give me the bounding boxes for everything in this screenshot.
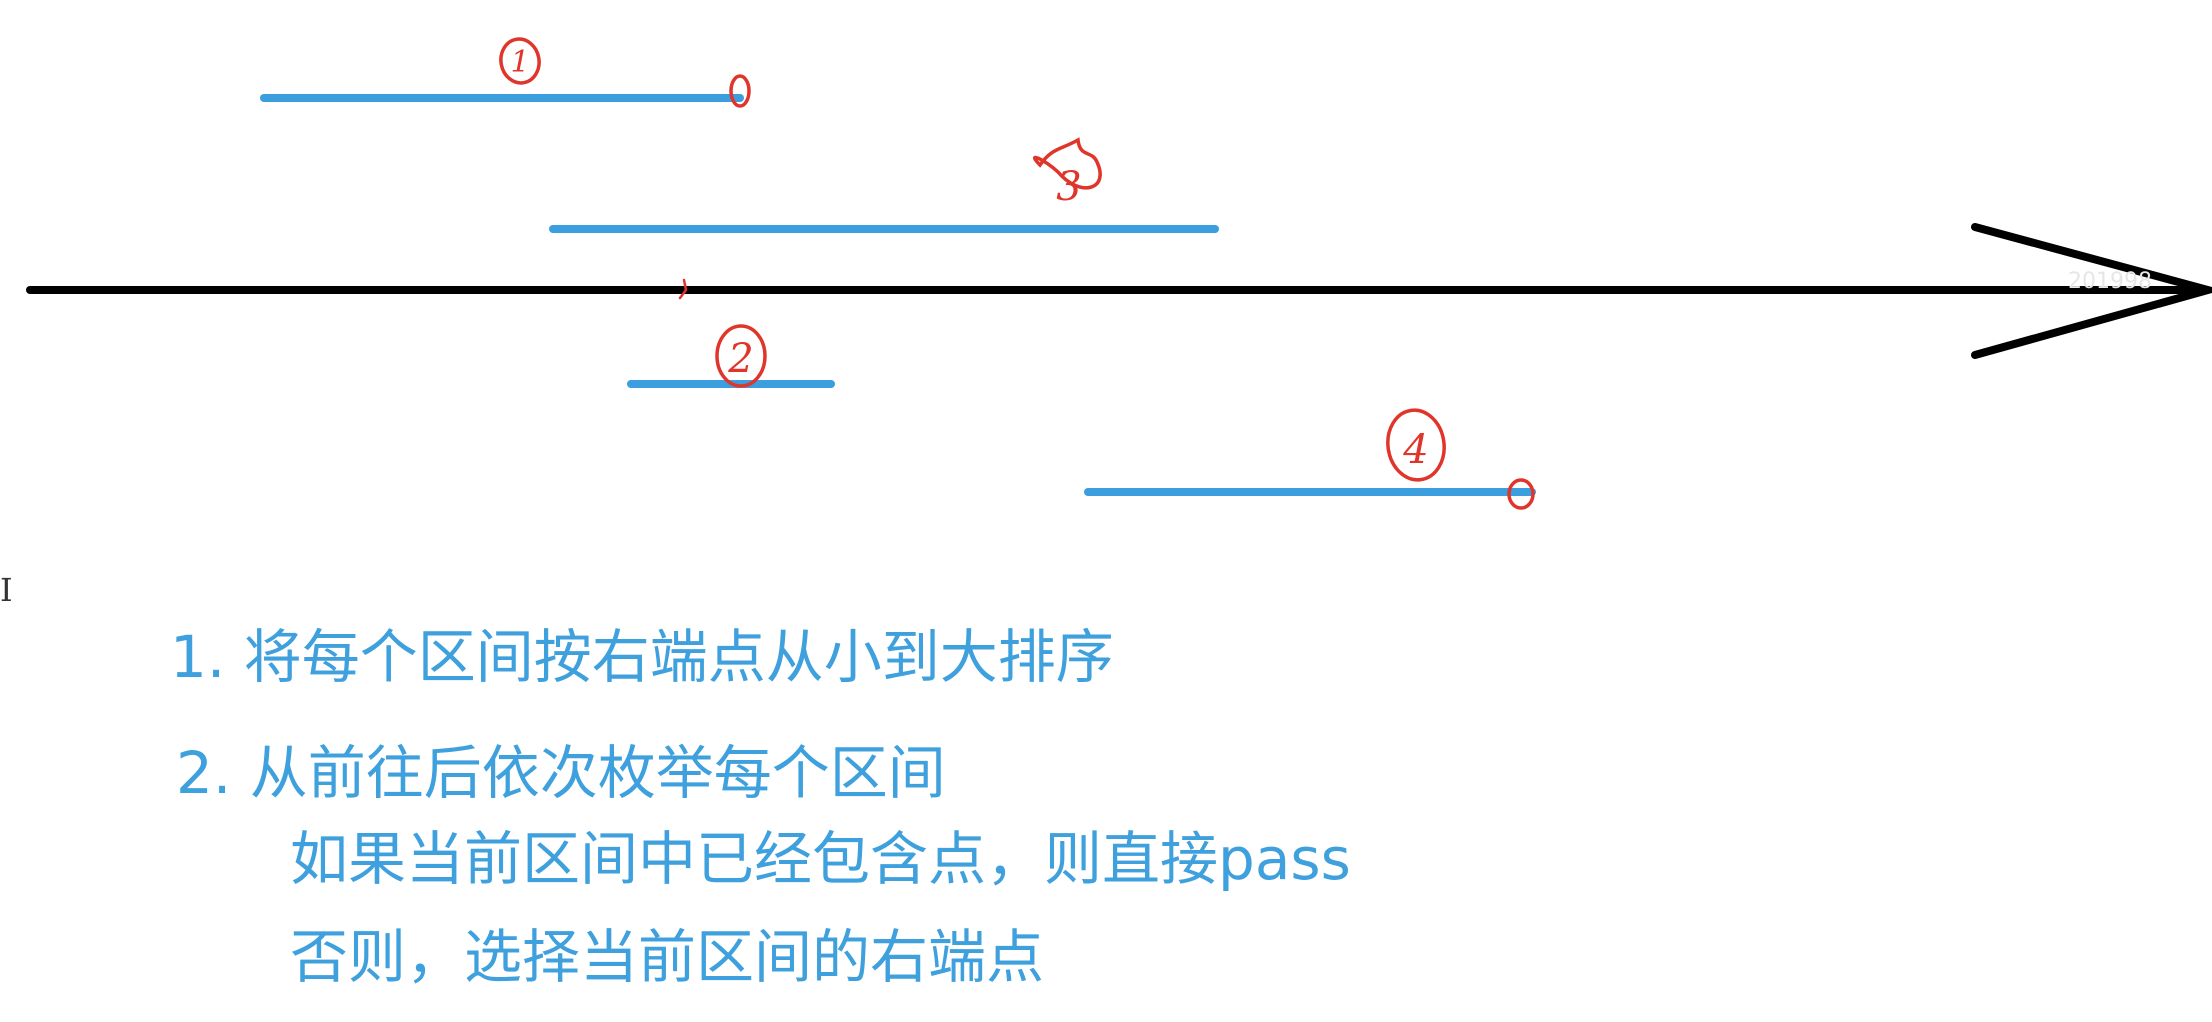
greedy-interval-diagram: 1 3 2 4 201998 I 1. 将每个区间按右端点从小到大排序 2. 从… [0,0,2212,1022]
text-cursor-icon: I [0,571,13,609]
circled-number-3: 3 [1032,137,1102,210]
circled-number-1-label: 1 [510,45,529,80]
step-2b-text: 否则，选择当前区间的右端点 [290,923,1045,991]
step-2a-text: 如果当前区间中已经包含点，则直接pass [290,825,1351,893]
circled-number-2-label: 2 [727,336,753,382]
step-1-text: 1. 将每个区间按右端点从小到大排序 [170,623,1114,691]
circled-number-1: 1 [499,37,541,85]
step-2-text: 2. 从前往后依次枚举每个区间 [176,739,946,807]
circled-number-2: 2 [715,324,767,388]
circled-number-3-label: 3 [1056,164,1081,210]
watermark-text: 201998 [2068,269,2152,294]
circled-number-4-label: 4 [1402,427,1428,473]
circled-number-4: 4 [1386,408,1446,482]
